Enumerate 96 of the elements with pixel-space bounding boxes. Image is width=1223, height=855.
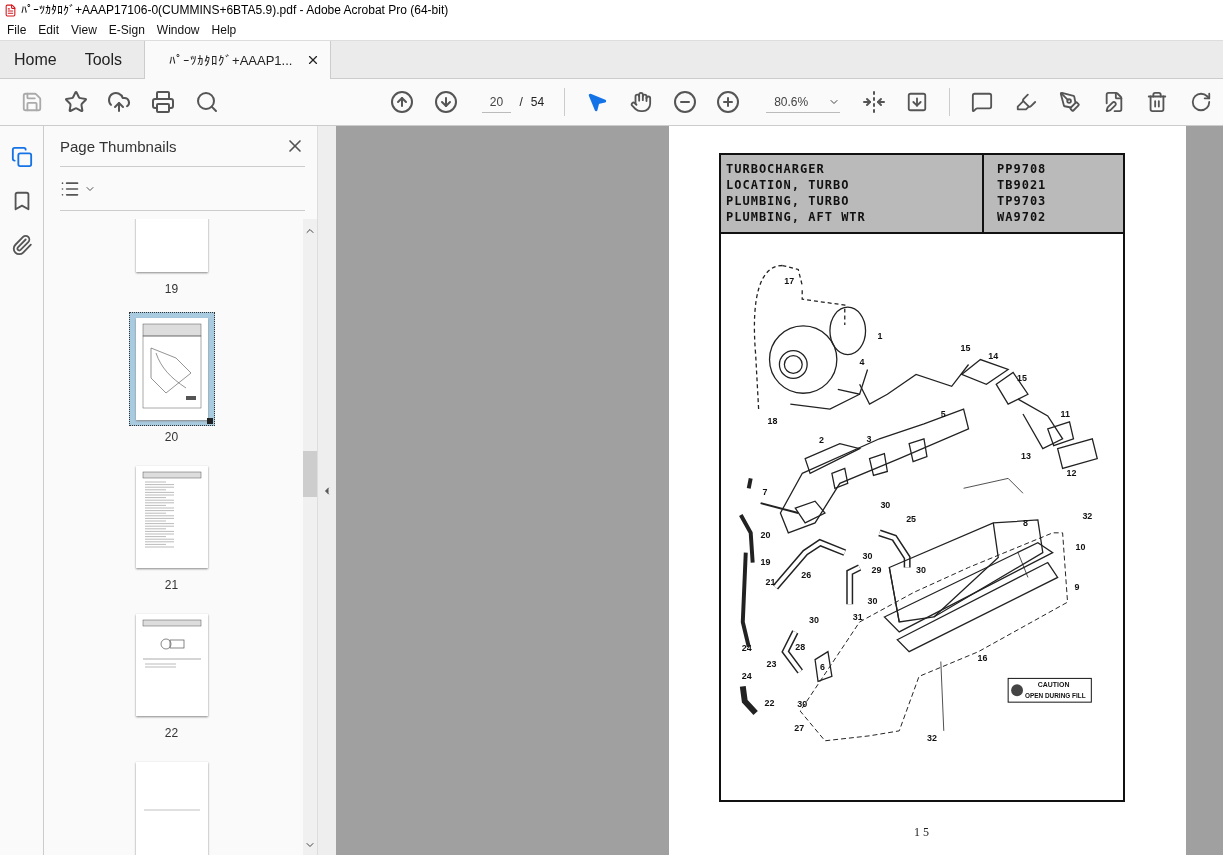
cloud-upload-icon: [107, 90, 132, 114]
callout-number: 20: [760, 529, 771, 540]
section-title: LOCATION, TURBO: [726, 177, 851, 193]
hand-icon: [629, 91, 652, 113]
callout-number: 24: [741, 671, 752, 682]
rotate-icon: [1190, 91, 1213, 113]
callout-number: 12: [1066, 468, 1077, 479]
section-code: WA9702: [997, 209, 1048, 225]
arrow-up-icon: [389, 90, 414, 114]
callout-number: 25: [906, 513, 917, 524]
callout-number: 8: [1023, 517, 1028, 528]
attachments-rail-button[interactable]: [10, 234, 33, 256]
callout-number: 5: [940, 409, 946, 419]
callout-number: 24: [741, 642, 752, 653]
window-title: ﾊﾟｰﾂｶﾀﾛｸﾞ+AAAP17106-0(CUMMINS+6BTA5.9).pdf - Adobe Acrobat Pro (64-bit): [21, 3, 449, 17]
menu-item[interactable]: View: [66, 21, 102, 39]
scrollbar[interactable]: [303, 219, 317, 855]
callout-number: 11: [1060, 409, 1071, 419]
pages-icon: [10, 146, 33, 168]
page-separator: /: [519, 95, 523, 109]
search-icon: [194, 90, 219, 114]
callout-number: 30: [867, 596, 878, 607]
callout-number: 21: [765, 577, 776, 588]
callout-number: 4: [859, 356, 865, 367]
menu-item[interactable]: E-Sign: [103, 21, 150, 39]
comment-icon: [971, 91, 994, 113]
star-icon: [63, 90, 88, 114]
menu-item[interactable]: Window: [151, 21, 205, 39]
highlighter-icon: [1015, 91, 1037, 113]
callout-number: 18: [767, 415, 778, 426]
paperclip-icon: [10, 234, 33, 256]
pages-rail-button[interactable]: [10, 146, 33, 168]
document-tab[interactable]: ﾊﾟｰﾂｶﾀﾛｸﾞ+AAAP1...: [144, 41, 332, 79]
fit-width-icon: [861, 90, 886, 114]
save-icon: [20, 91, 43, 113]
page-label: 19: [164, 282, 179, 296]
page-number-field[interactable]: 20: [481, 91, 512, 113]
callout-number: 30: [809, 614, 820, 625]
callout-number: 7: [762, 487, 768, 498]
zoom-field[interactable]: 80.6%: [766, 91, 840, 113]
callout-number: 13: [1021, 450, 1031, 461]
callout-number: 19: [760, 556, 771, 567]
callout-number: 1: [877, 330, 883, 341]
nav-tab[interactable]: Tools: [70, 41, 137, 79]
callout-number: 2: [819, 434, 824, 445]
callout-number: 16: [977, 652, 988, 663]
callout-number: 32: [926, 732, 937, 743]
page-preview-drawing: [142, 619, 201, 668]
printer-icon: [151, 90, 176, 114]
section-code: TP9703: [997, 193, 1048, 209]
callout-number: 3: [866, 433, 872, 444]
callout-number: 9: [1074, 582, 1080, 593]
section-title: PLUMBING, TURBO: [726, 193, 851, 209]
callout-number: 10: [1075, 541, 1086, 552]
page-count: 54: [530, 95, 545, 109]
callout-number: 15: [1017, 373, 1027, 384]
page-thumbnail[interactable]: [128, 312, 215, 426]
panel-title: Page Thumbnails: [60, 137, 177, 155]
callout-number: 27: [794, 722, 805, 733]
callout-number: 29: [871, 565, 882, 576]
callout-number: 17: [784, 276, 795, 287]
arrow-down-icon: [433, 90, 458, 114]
pointer-icon: [586, 91, 608, 113]
resize-handle[interactable]: [206, 418, 213, 424]
callout-number: 22: [764, 698, 775, 709]
callout-number: 26: [801, 570, 812, 581]
menu-item[interactable]: Edit: [33, 21, 65, 39]
page-label: 20: [164, 430, 179, 444]
callout-number: 30: [797, 699, 808, 710]
section-code: TB9021: [997, 177, 1048, 193]
callout-number: 30: [880, 500, 891, 511]
menu-item[interactable]: File: [2, 21, 32, 39]
section-title: TURBOCHARGER: [726, 161, 826, 177]
callout-number: 31: [852, 612, 863, 622]
callout-number: 30: [916, 565, 926, 576]
trash-icon: [1146, 91, 1169, 113]
minus-icon: [672, 90, 697, 114]
page-number: 15: [914, 825, 933, 840]
callout-number: 32: [1082, 511, 1093, 521]
section-title: PLUMBING, AFT WTR: [726, 209, 867, 225]
callout-number: 28: [795, 641, 806, 652]
callout-number: 14: [988, 350, 999, 361]
callout-number: 15: [960, 342, 971, 353]
callout-number: 30: [862, 550, 873, 561]
pen-nib-icon: [1058, 91, 1081, 113]
page-label: 22: [164, 726, 179, 740]
arrow-down-box-icon: [906, 91, 929, 113]
scrollbar-thumb[interactable]: [303, 451, 317, 497]
pdf-file-icon: [4, 3, 17, 17]
nav-tab[interactable]: Home: [0, 41, 71, 79]
callout-number: 6: [820, 662, 825, 673]
section-code: PP9708: [997, 161, 1048, 177]
menu-item[interactable]: Help: [206, 21, 242, 39]
plus-icon: [716, 90, 741, 114]
callout-number: 23: [766, 658, 777, 669]
page-label: 21: [164, 578, 179, 592]
